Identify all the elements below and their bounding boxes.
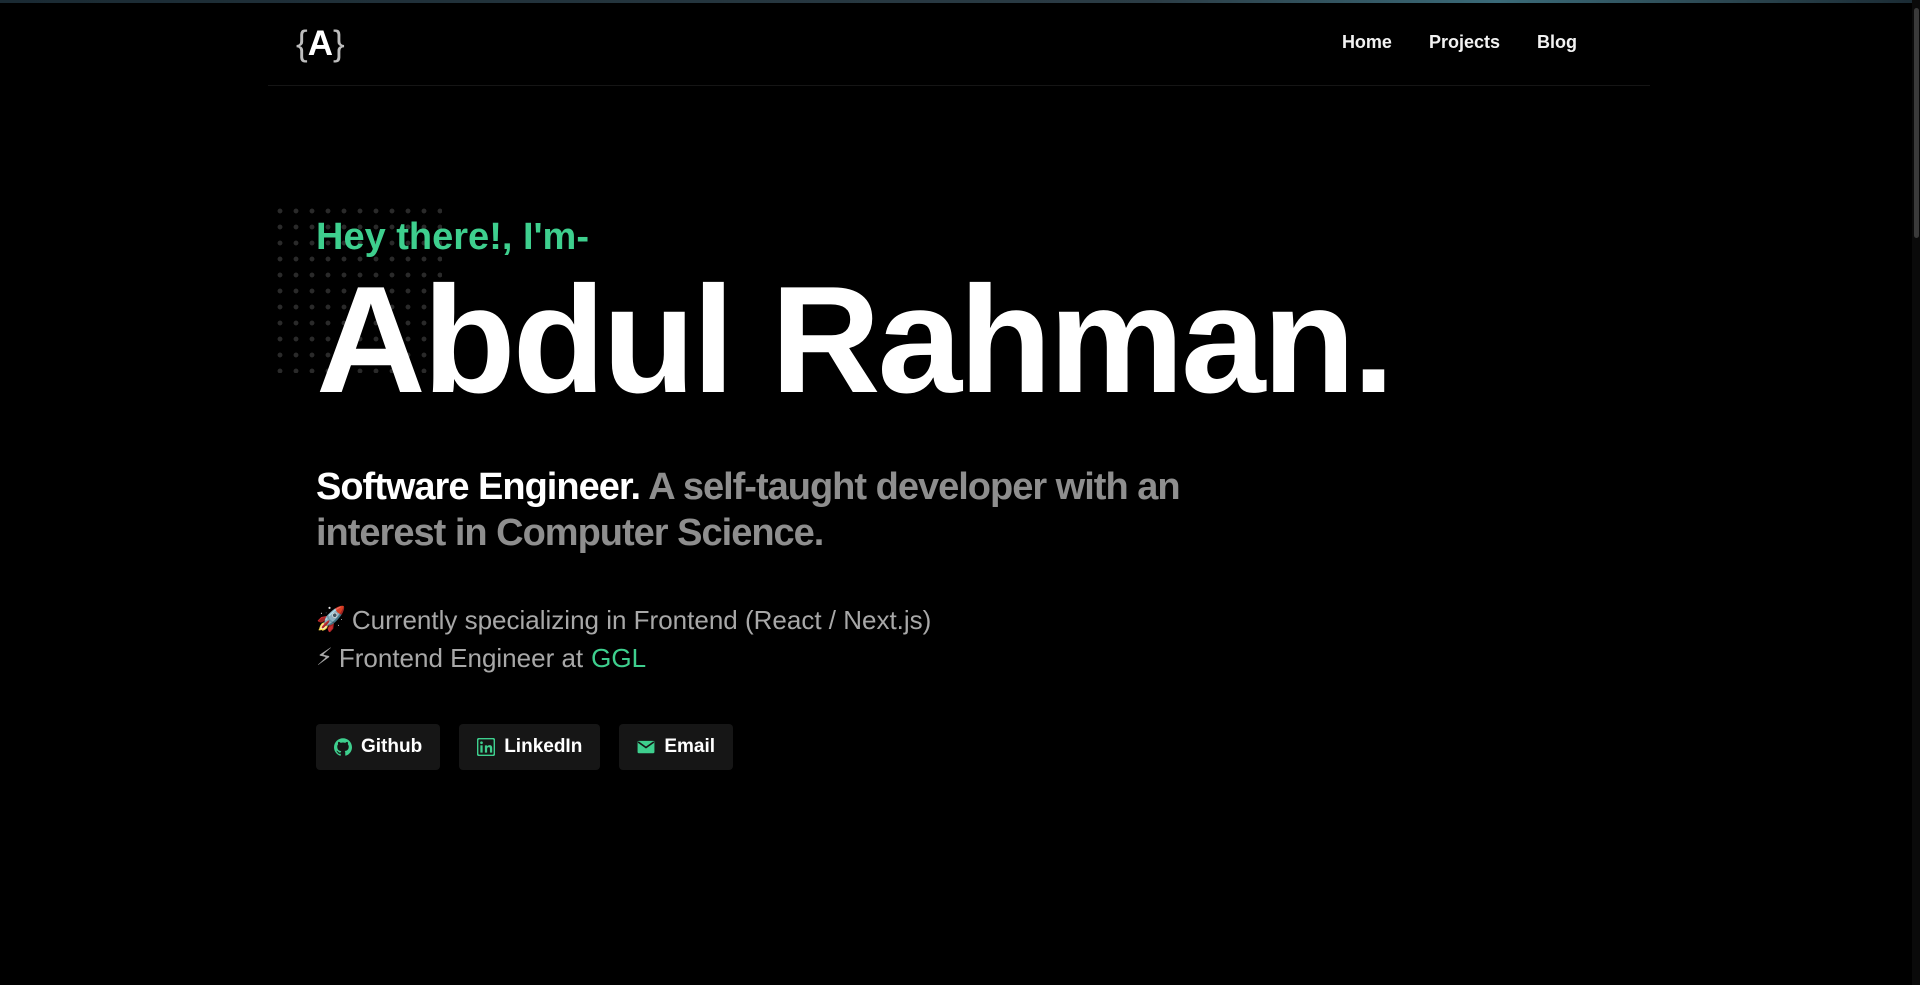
hero-tagline: Software Engineer. A self-taught develop… [316,464,1216,556]
fact-text: Frontend Engineer at [338,643,584,673]
fact-text: Currently specializing in Frontend (Reac… [351,605,932,635]
site-header: { A } Home Projects Blog [268,0,1650,86]
tagline-role: Software Engineer. [316,466,641,508]
lightning-icon: ⚡ [316,644,333,671]
github-icon [334,738,352,756]
linkedin-label: LinkedIn [504,736,583,757]
fact-specialization: 🚀 Currently specializing in Frontend (Re… [316,601,931,639]
logo-open-brace: { [296,24,308,63]
page-scrollbar[interactable] [1912,0,1920,985]
page: { A } Home Projects Blog Hey there!, I'm… [0,0,1920,985]
nav-projects[interactable]: Projects [1429,32,1500,53]
nav-home[interactable]: Home [1342,32,1392,53]
rocket-icon: 🚀 [316,606,346,633]
facts-list: 🚀 Currently specializing in Frontend (Re… [316,601,931,677]
fact-employment: ⚡ Frontend Engineer at GGL [316,639,931,677]
github-label: Github [361,736,423,757]
email-label: Email [664,736,716,757]
mail-icon [637,740,655,754]
linkedin-button[interactable]: LinkedIn [459,724,601,770]
logo-close-brace: } [332,24,345,63]
site-logo[interactable]: { A } [296,24,345,64]
logo-letter: A [307,24,333,63]
company-link[interactable]: GGL [591,639,646,677]
linkedin-icon [477,738,496,756]
hero-name: Abdul Rahman. [316,255,1395,425]
nav-blog[interactable]: Blog [1537,32,1577,53]
social-buttons: Github LinkedIn Email [316,724,734,770]
hero-greeting: Hey there!, I'm- [316,216,589,258]
email-button[interactable]: Email [619,724,734,770]
main-nav: Home Projects Blog [1342,32,1577,53]
hero-section: Hey there!, I'm- Abdul Rahman. [316,218,1616,416]
scrollbar-thumb[interactable] [1914,8,1919,238]
github-button[interactable]: Github [316,724,441,770]
